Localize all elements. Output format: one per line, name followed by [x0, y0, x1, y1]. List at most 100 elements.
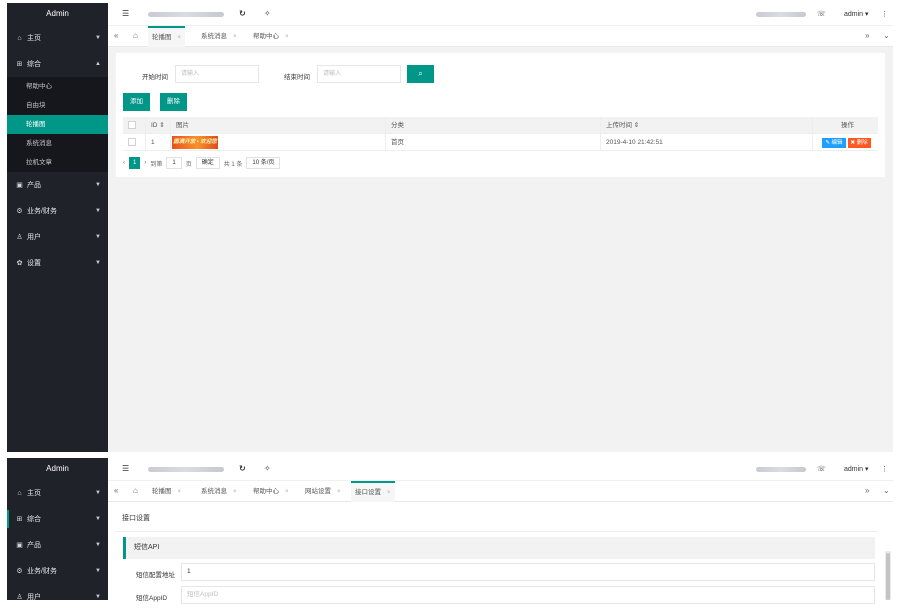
sidebar-item-finance[interactable]: ⚙ 业务/财务 ▼	[7, 198, 108, 224]
refresh-icon[interactable]: ↻	[239, 464, 246, 473]
tab-messages[interactable]: 系统消息 ×	[201, 481, 237, 502]
more-icon[interactable]: ⋮	[881, 465, 888, 473]
sidebar-subitem-help[interactable]: 帮助中心	[7, 77, 108, 96]
sidebar-item-label: 主页	[27, 490, 41, 497]
home-icon: ⌂	[17, 34, 22, 42]
sidebar-item-products[interactable]: ▣ 产品 ▼	[7, 172, 108, 198]
section-title: 接口设置	[122, 515, 150, 522]
close-icon[interactable]: ×	[178, 35, 182, 41]
add-button[interactable]: 添加	[123, 93, 150, 111]
tabs-dropdown-icon[interactable]: ⌄	[883, 486, 890, 495]
close-icon[interactable]: ×	[285, 489, 289, 495]
chevron-down-icon: ▼	[95, 516, 101, 522]
sidebar-subitem-freeblock[interactable]: 自由块	[7, 96, 108, 115]
tabs-scroll-right-icon[interactable]: »	[865, 486, 869, 495]
tab-interface-settings[interactable]: 接口设置 ×	[351, 481, 395, 502]
next-page-icon[interactable]: ›	[144, 160, 146, 166]
menu-toggle-icon[interactable]: ☰	[122, 9, 129, 18]
sms-appid-label: 短信AppID	[136, 595, 168, 602]
start-time-input[interactable]: 请输入	[175, 65, 259, 83]
end-time-input[interactable]: 请输入	[317, 65, 401, 83]
sidebar-item-general[interactable]: ⊞ 综合 ▼	[7, 506, 108, 532]
slideshow-table: ID ⇕ 图片 分类 上传时间 ⇕ 操作 1 圆满开放 • 欢迎您 首页 201…	[123, 117, 878, 151]
sidebar-item-general[interactable]: ⊞ 综合 ▲	[7, 51, 108, 77]
menu-toggle-icon[interactable]: ☰	[122, 464, 129, 473]
tab-label: 帮助中心	[253, 33, 279, 40]
user-menu[interactable]: admin ▾	[844, 10, 869, 18]
product-icon: ▣	[16, 542, 23, 549]
user-icon: ♙	[16, 234, 23, 241]
more-icon[interactable]: ⋮	[881, 10, 888, 18]
clear-cache-icon[interactable]: ✧	[264, 464, 271, 473]
tab-help[interactable]: 帮助中心 ×	[253, 481, 289, 502]
search-button[interactable]: ⌕	[407, 65, 434, 83]
sidebar-subitem-messages[interactable]: 系统消息	[7, 134, 108, 153]
tab-help[interactable]: 帮助中心 ×	[253, 26, 289, 47]
goto-page-input[interactable]: 1	[166, 157, 182, 169]
tab-slideshow[interactable]: 轮播图 ×	[148, 26, 186, 47]
edit-button[interactable]: ✎ 编辑	[822, 138, 846, 148]
page-size-select[interactable]: 10 条/页	[246, 157, 281, 169]
delete-button[interactable]: 删除	[160, 93, 187, 111]
notification-icon[interactable]: ☏	[817, 465, 826, 473]
tabs-scroll-left-icon[interactable]: «	[114, 486, 118, 495]
row-delete-button[interactable]: ✖ 删除	[847, 138, 871, 148]
scrollbar[interactable]	[885, 551, 891, 600]
prev-page-icon[interactable]: ‹	[123, 160, 125, 166]
sidebar-subitem-articles[interactable]: 拉机文章	[7, 153, 108, 172]
select-all-checkbox[interactable]	[128, 121, 136, 130]
tabs-scroll-left-icon[interactable]: «	[114, 31, 118, 40]
site-url[interactable]	[148, 12, 224, 17]
header-upload-time[interactable]: 上传时间 ⇕	[600, 117, 812, 134]
tab-site-settings[interactable]: 网站设置 ×	[305, 481, 341, 502]
home-tab-icon[interactable]: ⌂	[133, 486, 138, 495]
sms-config-url-input[interactable]: 1	[181, 563, 875, 581]
sidebar-item-settings[interactable]: ✿ 设置 ▼	[7, 250, 108, 276]
page-unit-label: 页	[185, 161, 192, 168]
sms-appid-input[interactable]: 短信AppID	[181, 586, 875, 604]
sidebar-item-finance[interactable]: ⚙ 业务/财务 ▼	[7, 558, 108, 584]
close-icon[interactable]: ×	[233, 34, 237, 40]
main-content: 开始时间 请输入 结束时间 请输入 ⌕ 添加 删除 ID ⇕ 图片 分类 上传时…	[108, 47, 893, 452]
tab-label: 轮播图	[152, 488, 172, 495]
refresh-icon[interactable]: ↻	[239, 9, 246, 18]
clear-cache-icon[interactable]: ✧	[264, 9, 271, 18]
site-url[interactable]	[148, 467, 224, 472]
sidebar-item-home[interactable]: ⌂ 主页 ▼	[7, 25, 108, 51]
tabs-dropdown-icon[interactable]: ⌄	[883, 31, 890, 40]
slide-thumbnail[interactable]: 圆满开放 • 欢迎您	[172, 136, 218, 149]
sidebar-item-users[interactable]: ♙ 用户 ▼	[7, 584, 108, 610]
submenu-general: 帮助中心 自由块 轮播图 系统消息 拉机文章	[7, 77, 108, 172]
user-menu[interactable]: admin ▾	[844, 465, 869, 473]
tabs-bar: « ⌂ 轮播图 × 系统消息 × 帮助中心 × 网站设置 × 接口设置 × » ⌄	[108, 481, 893, 502]
tabs-scroll-right-icon[interactable]: »	[865, 31, 869, 40]
cell-image: 圆满开放 • 欢迎您	[170, 134, 385, 151]
sidebar-item-home[interactable]: ⌂ 主页 ▼	[7, 480, 108, 506]
page-current[interactable]: 1	[129, 157, 141, 169]
cell-id: 1	[145, 134, 170, 151]
close-icon[interactable]: ×	[285, 34, 289, 40]
close-icon[interactable]: ×	[178, 489, 182, 495]
goto-confirm-button[interactable]: 确定	[195, 157, 220, 169]
close-icon[interactable]: ×	[387, 490, 391, 496]
close-icon[interactable]: ×	[233, 489, 237, 495]
scrollbar-thumb[interactable]	[886, 553, 890, 600]
close-icon[interactable]: ×	[337, 489, 341, 495]
header-id[interactable]: ID ⇕	[145, 117, 170, 134]
home-tab-icon[interactable]: ⌂	[133, 31, 138, 40]
tab-slideshow[interactable]: 轮播图 ×	[152, 481, 181, 502]
row-select-cell	[123, 134, 145, 151]
row-checkbox[interactable]	[128, 138, 136, 147]
sidebar-item-products[interactable]: ▣ 产品 ▼	[7, 532, 108, 558]
pagination: ‹ 1 › 到第 1 页 确定 共 1 条 10 条/页	[123, 156, 284, 170]
start-time-label: 开始时间	[142, 74, 168, 81]
notification-icon[interactable]: ☏	[817, 10, 826, 18]
header-image: 图片	[170, 117, 385, 134]
tab-messages[interactable]: 系统消息 ×	[201, 26, 237, 47]
sidebar-item-users[interactable]: ♙ 用户 ▼	[7, 224, 108, 250]
chevron-down-icon: ▼	[95, 568, 101, 574]
chevron-down-icon: ▼	[95, 182, 101, 188]
tab-label: 接口设置	[355, 489, 381, 496]
sidebar-subitem-slideshow[interactable]: 轮播图	[7, 115, 108, 134]
chevron-up-icon: ▲	[95, 61, 101, 67]
